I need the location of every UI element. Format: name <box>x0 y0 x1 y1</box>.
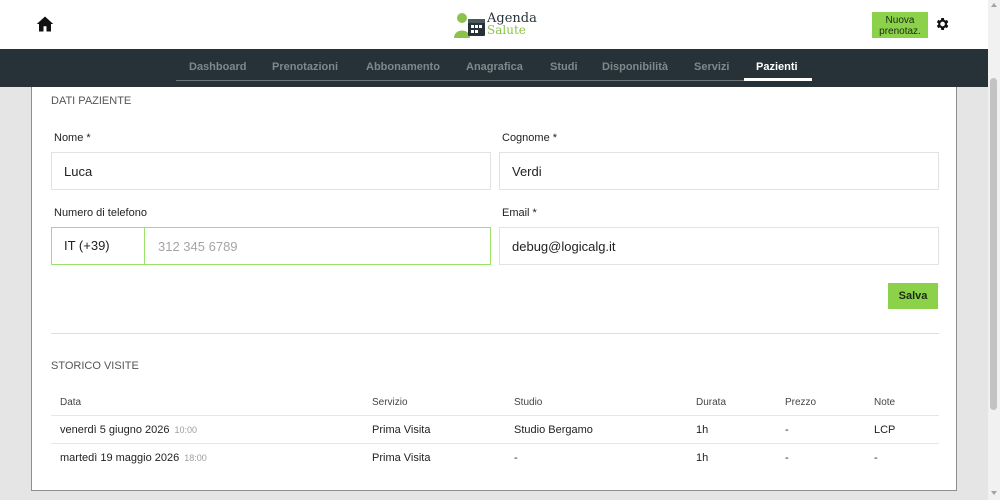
tab-dashboard[interactable]: Dashboard <box>189 61 246 73</box>
scroll-down-arrow-icon[interactable] <box>991 491 997 495</box>
active-tab-indicator <box>744 78 812 81</box>
tab-anagrafica[interactable]: Anagrafica <box>466 61 523 73</box>
visit-service: Prima Visita <box>372 424 431 436</box>
visit-time: 18:00 <box>184 453 207 463</box>
history-section-title: STORICO VISITE <box>51 360 139 372</box>
gear-icon[interactable] <box>934 16 950 32</box>
visit-date-cell: venerdì 5 giugno 2026 10:00 <box>60 424 197 436</box>
new-booking-label-line2: prenotaz. <box>879 26 921 37</box>
visit-duration: 1h <box>696 452 709 464</box>
section-divider <box>51 333 939 334</box>
column-header-note: Note <box>874 397 896 408</box>
tab-prenotazioni[interactable]: Prenotazioni <box>272 61 338 73</box>
phone-input[interactable] <box>146 228 490 264</box>
column-header-prezzo: Prezzo <box>785 397 817 408</box>
column-header-durata: Durata <box>696 397 727 408</box>
main-nav: Dashboard Prenotazioni Abbonamento Anagr… <box>0 49 988 87</box>
page-scrollbar[interactable] <box>988 0 1000 500</box>
phone-field-group: IT (+39) <box>51 227 491 265</box>
email-input[interactable] <box>499 227 939 265</box>
header-row-divider <box>51 415 939 416</box>
column-header-studio: Studio <box>514 397 543 408</box>
tab-disponibilita[interactable]: Disponibilità <box>602 61 668 73</box>
save-button[interactable]: Salva <box>888 283 938 309</box>
visit-service: Prima Visita <box>372 452 431 464</box>
tab-studi[interactable]: Studi <box>550 61 578 73</box>
visit-studio: Studio Bergamo <box>514 424 593 436</box>
doctor-calendar-icon <box>454 13 485 38</box>
visit-studio: - <box>514 452 518 464</box>
country-code-select[interactable]: IT (+39) <box>52 228 145 264</box>
home-icon[interactable] <box>36 15 54 33</box>
email-label: Email * <box>502 207 537 219</box>
patient-section-title: DATI PAZIENTE <box>51 95 132 107</box>
tab-abbonamento[interactable]: Abbonamento <box>366 61 440 73</box>
column-header-data: Data <box>60 397 82 408</box>
row-divider <box>51 443 939 444</box>
scroll-up-arrow-icon[interactable] <box>991 3 997 7</box>
visit-notes: LCP <box>874 424 896 436</box>
patient-card: DATI PAZIENTE Nome * Cognome * Numero di… <box>31 87 957 491</box>
new-booking-button[interactable]: Nuova prenotaz. <box>872 12 928 38</box>
scroll-thumb[interactable] <box>990 78 997 410</box>
visit-price: - <box>785 424 789 436</box>
visit-notes: - <box>874 452 878 464</box>
visit-time: 10:00 <box>174 425 198 435</box>
app-logo[interactable]: Agenda Salute <box>452 10 542 40</box>
last-name-input[interactable] <box>499 152 939 190</box>
last-name-label: Cognome * <box>502 132 558 144</box>
nav-underline <box>176 80 812 81</box>
column-header-servizio: Servizio <box>372 397 408 408</box>
visit-date-cell: martedì 19 maggio 2026 18:00 <box>60 452 207 464</box>
tab-servizi[interactable]: Servizi <box>694 61 729 73</box>
logo-text-salute: Salute <box>487 23 526 37</box>
visit-date: venerdì 5 giugno 2026 <box>60 424 170 436</box>
visit-date: martedì 19 maggio 2026 <box>60 452 180 464</box>
top-bar: Agenda Salute Nuova prenotaz. <box>0 0 988 49</box>
phone-label: Numero di telefono <box>54 207 147 219</box>
visit-duration: 1h <box>696 424 709 436</box>
new-booking-label-line1: Nuova <box>885 15 915 26</box>
visit-price: - <box>785 452 789 464</box>
first-name-input[interactable] <box>51 152 491 190</box>
tab-pazienti[interactable]: Pazienti <box>756 61 798 73</box>
first-name-label: Nome * <box>54 132 91 144</box>
